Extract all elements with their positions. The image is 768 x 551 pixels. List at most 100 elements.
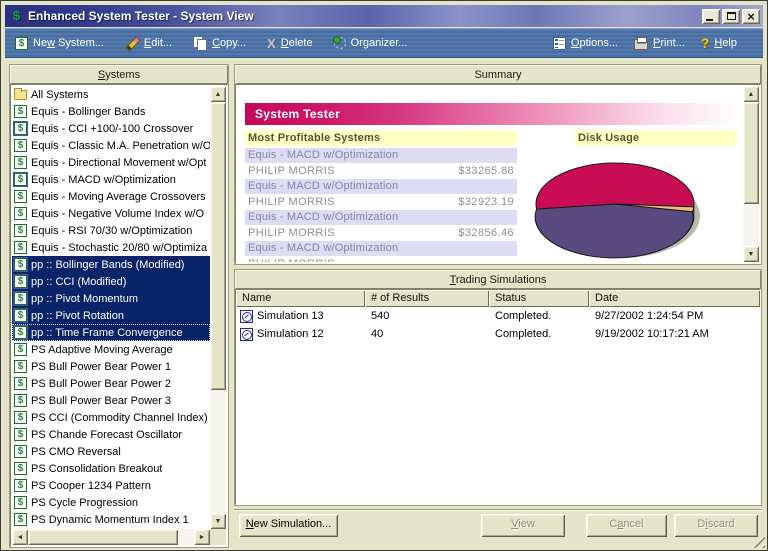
system-label: Equis - Stochastic 20/80 w/Optimiza: [31, 242, 207, 254]
profitable-system-row: Equis - MACD w/Optimization: [245, 241, 517, 256]
system-label: pp :: Pivot Momentum: [31, 293, 138, 305]
systems-list-item[interactable]: $Equis - CCI +100/-100 Crossover: [12, 120, 210, 137]
column-header-name[interactable]: Name: [236, 290, 365, 307]
column-header-results[interactable]: # of Results: [365, 290, 489, 307]
simulations-rows: Simulation 13540Completed.9/27/2002 1:24…: [236, 307, 760, 343]
system-label: PS Bull Power Bear Power 3: [31, 395, 171, 407]
systems-list-item[interactable]: $PS Cycle Progression: [12, 494, 210, 511]
systems-list-item[interactable]: $pp :: Bollinger Bands (Modified): [12, 256, 210, 273]
systems-panel: Systems All Systems$Equis - Bollinger Ba…: [9, 64, 229, 548]
cancel-button[interactable]: Cancel: [586, 514, 667, 537]
pie-slice-crimson: [536, 163, 694, 209]
simulation-row[interactable]: Simulation 1240Completed.9/19/2002 10:17…: [236, 325, 760, 343]
systems-list-item[interactable]: $Equis - Negative Volume Index w/O: [12, 205, 210, 222]
report-banner: System Tester: [245, 103, 737, 125]
printer-icon: [634, 39, 648, 50]
scroll-up-icon[interactable]: ▲: [210, 86, 226, 102]
systems-list-item[interactable]: All Systems: [12, 86, 210, 103]
systems-list-item[interactable]: $Equis - Moving Average Crossovers: [12, 188, 210, 205]
systems-listbox: All Systems$Equis - Bollinger Bands$Equi…: [10, 84, 228, 547]
systems-list-item[interactable]: $Equis - Stochastic 20/80 w/Optimiza: [12, 239, 210, 256]
summary-panel-title: Summary: [235, 65, 761, 84]
system-label: pp :: CCI (Modified): [31, 276, 126, 288]
systems-list-item[interactable]: $PS Chande Forecast Oscillator: [12, 426, 210, 443]
systems-list-item[interactable]: $pp :: CCI (Modified): [12, 273, 210, 290]
toolbar-options-button[interactable]: Options...: [553, 37, 618, 50]
simulation-row[interactable]: Simulation 13540Completed.9/27/2002 1:24…: [236, 307, 760, 325]
system-label: PS Bull Power Bear Power 1: [31, 361, 171, 373]
system-label: Equis - Negative Volume Index w/O: [31, 208, 204, 220]
scrollbar-thumb[interactable]: [743, 102, 759, 204]
systems-list-item[interactable]: $ pp :: Pivot Momentum: [12, 290, 210, 307]
toolbar-edit-button[interactable]: Edit...: [125, 36, 172, 50]
systems-list-item[interactable]: $PS Adaptive Moving Average: [12, 341, 210, 358]
scroll-up-icon[interactable]: ▲: [743, 86, 759, 102]
system-dollar-icon: $: [14, 411, 27, 424]
systems-list-item[interactable]: $ pp :: Pivot Rotation: [12, 307, 210, 324]
discard-button[interactable]: Discard: [674, 514, 758, 537]
close-icon: ×: [747, 11, 755, 22]
systems-list-item[interactable]: $PS CMO Reversal: [12, 443, 210, 460]
scroll-down-icon[interactable]: ▼: [210, 513, 226, 529]
systems-list-item[interactable]: $PS CCI (Commodity Channel Index): [12, 409, 210, 426]
main-area: Systems All Systems$Equis - Bollinger Ba…: [5, 59, 763, 546]
system-dollar-icon: $: [14, 309, 27, 322]
system-dollar-icon: $: [14, 190, 27, 203]
column-header-status[interactable]: Status: [489, 290, 589, 307]
toolbar-left-group: $New System... Edit... Copy... XDelete Organ…: [15, 36, 407, 50]
system-label: PS Consolidation Breakout: [31, 463, 162, 475]
systems-list-item[interactable]: $PS Bull Power Bear Power 3: [12, 392, 210, 409]
summary-vertical-scrollbar[interactable]: ▲ ▼: [743, 86, 759, 262]
help-icon: ?: [701, 36, 710, 50]
toolbar-label: Print...: [653, 37, 685, 49]
systems-list-item[interactable]: $PS Bull Power Bear Power 1: [12, 358, 210, 375]
scroll-right-icon[interactable]: ►: [194, 529, 210, 545]
maximize-button[interactable]: [722, 9, 740, 24]
systems-list-item[interactable]: $PS Consolidation Breakout: [12, 460, 210, 477]
toolbar-label: Delete: [281, 37, 313, 49]
system-dollar-icon: $: [14, 292, 27, 305]
systems-horizontal-scrollbar[interactable]: ◄ ►: [12, 529, 210, 545]
systems-list-item[interactable]: $Equis - MACD w/Optimization: [12, 171, 210, 188]
toolbar-copy-button[interactable]: Copy...: [193, 36, 246, 50]
toolbar-label: Copy...: [212, 37, 246, 49]
scroll-left-icon[interactable]: ◄: [12, 529, 28, 545]
toolbar-label: New System...: [33, 37, 104, 49]
systems-list-item[interactable]: $PS Cooper 1234 Pattern: [12, 477, 210, 494]
systems-list-item[interactable]: $Equis - Classic M.A. Penetration w/O: [12, 137, 210, 154]
scrollbar-thumb[interactable]: [28, 529, 178, 545]
minimize-button[interactable]: [702, 9, 720, 24]
toolbar-delete-button[interactable]: XDelete: [267, 37, 312, 50]
systems-vertical-scrollbar[interactable]: ▲ ▼: [210, 86, 226, 529]
systems-list-item[interactable]: $Equis - Bollinger Bands: [12, 103, 210, 120]
most-profitable-header: Most Profitable Systems: [245, 130, 517, 146]
pencil-icon: [125, 36, 139, 50]
simulation-status: Completed.: [489, 310, 589, 322]
scrollbar-corner: [210, 529, 226, 545]
system-label: PS Cycle Progression: [31, 497, 138, 509]
system-dollar-icon: $: [14, 513, 27, 526]
toolbar-print-button[interactable]: Print...: [634, 37, 685, 50]
systems-list-item[interactable]: $Equis - Directional Movement w/Opt: [12, 154, 210, 171]
systems-list-item[interactable]: $pp :: Time Frame Convergence: [12, 324, 210, 341]
systems-list-item[interactable]: $PS Dynamic Momentum Index 1: [12, 511, 210, 528]
symbol-name: PHILIP MORRIS: [248, 163, 335, 179]
most-profitable-table: Equis - MACD w/OptimizationPHILIP MORRIS…: [245, 148, 517, 262]
scrollbar-thumb[interactable]: [210, 102, 226, 390]
column-header-date[interactable]: Date: [589, 290, 760, 307]
new-simulation-button[interactable]: New Simulation...: [239, 514, 338, 537]
system-label: PS Cooper 1234 Pattern: [31, 480, 151, 492]
toolbar-new-system-button[interactable]: $New System...: [15, 37, 104, 50]
systems-list-item[interactable]: $Equis - RSI 70/30 w/Optimization: [12, 222, 210, 239]
systems-panel-title: Systems: [10, 65, 228, 84]
system-label: pp :: Pivot Rotation: [31, 310, 124, 322]
system-dollar-icon: $: [14, 445, 27, 458]
profitable-symbol-row: PHILIP MORRIS$32856.46: [245, 225, 517, 241]
close-button[interactable]: ×: [742, 9, 760, 24]
toolbar-organizer-button[interactable]: Organizer...: [334, 37, 408, 49]
systems-list-item[interactable]: $PS Bull Power Bear Power 2: [12, 375, 210, 392]
scroll-down-icon[interactable]: ▼: [743, 246, 759, 262]
view-button[interactable]: View: [481, 514, 565, 537]
toolbar-label: Options...: [571, 37, 618, 49]
toolbar-help-button[interactable]: ?Help: [701, 36, 737, 50]
